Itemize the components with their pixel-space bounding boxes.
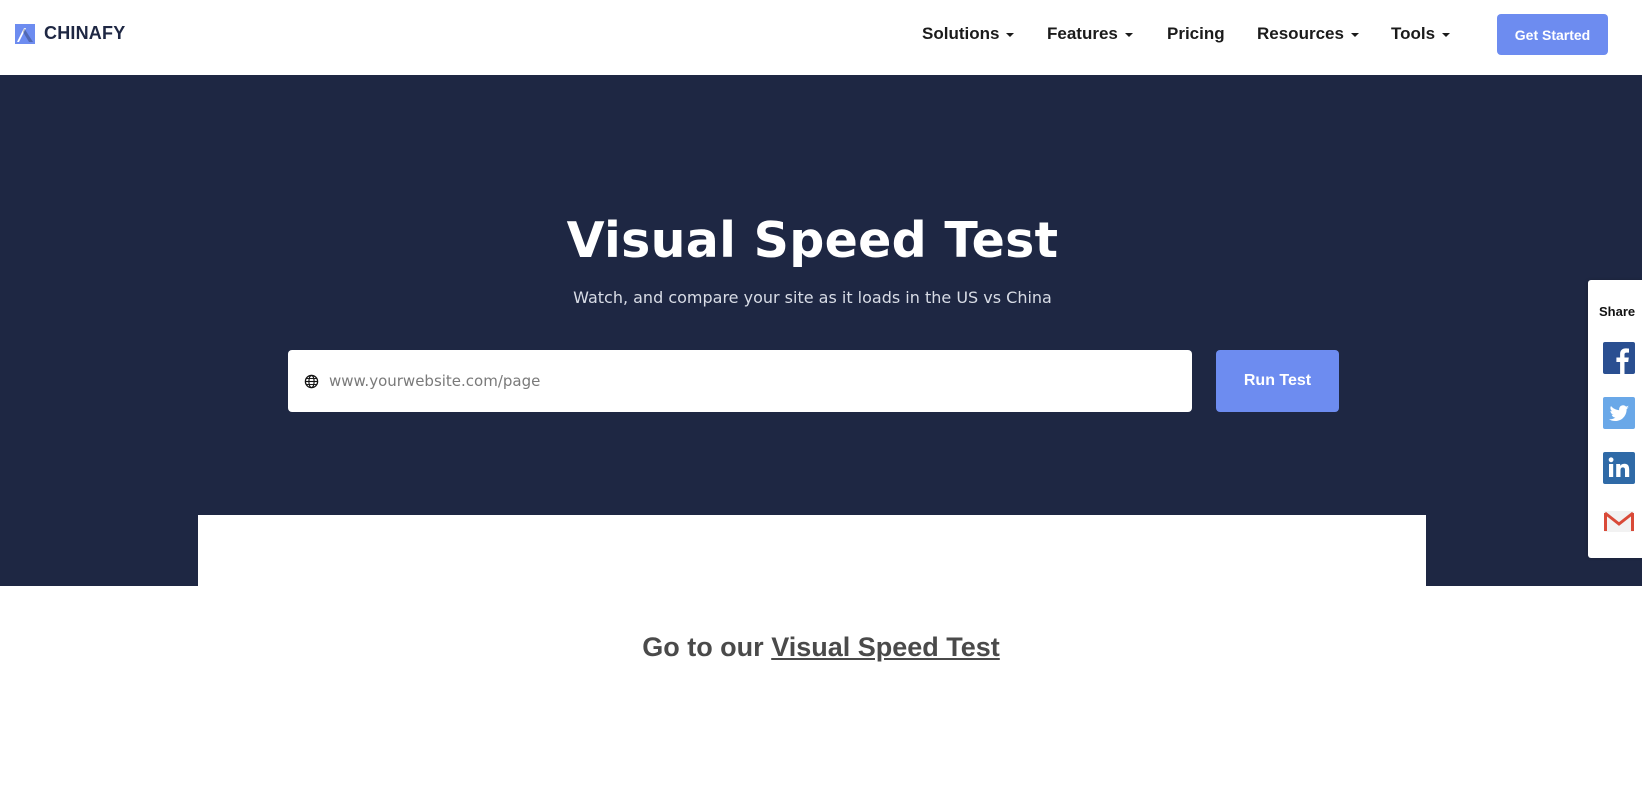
nav-label: Features xyxy=(1047,24,1118,43)
twitter-icon[interactable] xyxy=(1603,397,1635,429)
page-subtitle: Watch, and compare your site as it loads… xyxy=(573,288,1052,307)
visual-speed-test-cta: Go to our Visual Speed Test xyxy=(0,632,1642,663)
results-card xyxy=(198,515,1426,586)
nav-label: Resources xyxy=(1257,24,1344,43)
nav-item-features[interactable]: Features xyxy=(1047,24,1133,44)
caret-down-icon xyxy=(1124,33,1133,37)
main-nav: Solutions Features Pricing Resources Too… xyxy=(0,24,1642,50)
nav-item-solutions[interactable]: Solutions xyxy=(922,24,1015,44)
nav-label: Solutions xyxy=(922,24,1000,43)
site-header: CHINAFY Solutions Features Pricing Resou… xyxy=(0,0,1642,75)
hero-section: Visual Speed Test Watch, and compare you… xyxy=(0,75,1642,586)
run-test-button[interactable]: Run Test xyxy=(1216,350,1339,412)
caret-down-icon xyxy=(1350,33,1359,37)
caret-down-icon xyxy=(1442,33,1451,37)
visual-speed-test-link[interactable]: Visual Speed Test xyxy=(771,632,1000,662)
nav-item-tools[interactable]: Tools xyxy=(1391,24,1451,44)
linkedin-icon[interactable] xyxy=(1603,452,1635,484)
gmail-icon[interactable] xyxy=(1603,505,1635,537)
share-panel: Share xyxy=(1588,280,1642,558)
nav-label: Pricing xyxy=(1167,24,1225,43)
get-started-button[interactable]: Get Started xyxy=(1497,14,1608,55)
nav-item-pricing[interactable]: Pricing xyxy=(1167,24,1225,44)
caret-down-icon xyxy=(1006,33,1015,37)
url-input[interactable] xyxy=(329,350,1192,412)
page-title: Visual Speed Test xyxy=(566,212,1059,269)
cta-prefix: Go to our xyxy=(642,632,764,662)
share-label: Share xyxy=(1599,304,1636,319)
nav-item-resources[interactable]: Resources xyxy=(1257,24,1359,44)
nav-label: Tools xyxy=(1391,24,1436,43)
url-field-container xyxy=(288,350,1192,412)
globe-icon xyxy=(304,374,319,388)
facebook-icon[interactable] xyxy=(1603,342,1635,374)
